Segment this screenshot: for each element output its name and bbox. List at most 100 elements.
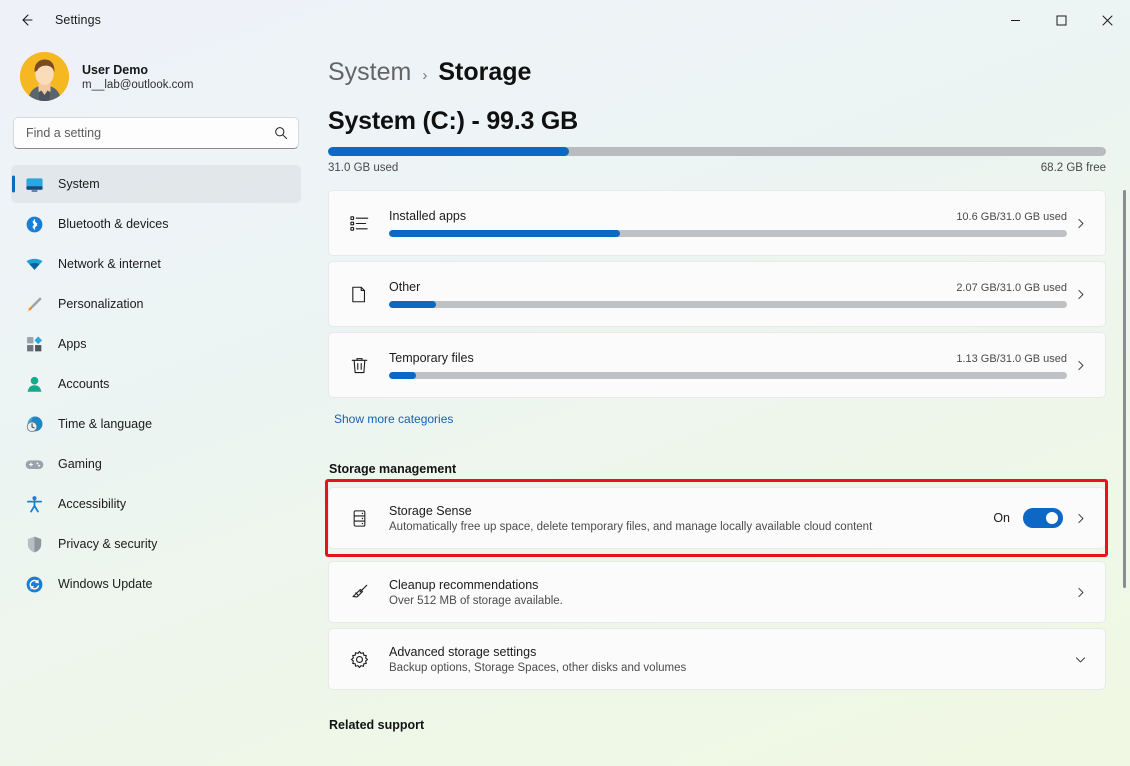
storage-sense-highlight: Storage Sense Automatically free up spac… xyxy=(325,479,1108,557)
sidebar-item-accounts[interactable]: Accounts xyxy=(11,365,301,403)
category-bar xyxy=(389,230,1067,237)
clock-globe-icon xyxy=(24,414,44,434)
sidebar-label: Apps xyxy=(58,337,87,351)
minimize-icon xyxy=(1010,19,1020,21)
account-block[interactable]: User Demo m__lab@outlook.com xyxy=(11,40,301,115)
search-box[interactable]: Find a setting xyxy=(13,117,299,149)
drive-stack-icon xyxy=(346,508,372,529)
category-bar-fill xyxy=(389,301,437,308)
sidebar-item-privacy-security[interactable]: Privacy & security xyxy=(11,525,301,563)
breadcrumb: System › Storage xyxy=(328,40,1106,87)
category-used: 1.13 GB/31.0 GB used xyxy=(956,353,1067,365)
chevron-right-icon xyxy=(1067,359,1093,372)
storage-sense-row[interactable]: Storage Sense Automatically free up spac… xyxy=(328,487,1106,549)
sidebar-label: Bluetooth & devices xyxy=(58,217,169,231)
avatar xyxy=(20,52,69,101)
page-title: Storage xyxy=(438,58,532,86)
storage-category-installed-apps[interactable]: Installed apps 10.6 GB/31.0 GB used xyxy=(328,190,1106,256)
sidebar-label: Time & language xyxy=(58,417,153,431)
category-body: Other 2.07 GB/31.0 GB used xyxy=(389,280,1067,308)
breadcrumb-parent[interactable]: System xyxy=(328,58,411,87)
drive-used-label: 31.0 GB used xyxy=(328,162,399,174)
category-used: 2.07 GB/31.0 GB used xyxy=(956,282,1067,294)
sidebar-item-gaming[interactable]: Gaming xyxy=(11,445,301,483)
category-name: Installed apps xyxy=(389,209,467,223)
toggle-knob xyxy=(1046,512,1058,524)
sidebar-item-accessibility[interactable]: Accessibility xyxy=(11,485,301,523)
app-shell: User Demo m__lab@outlook.com Find a sett… xyxy=(0,40,1130,766)
shield-icon xyxy=(24,534,44,554)
wifi-icon xyxy=(24,254,44,274)
maximize-icon xyxy=(1056,15,1066,25)
storage-sense-body: Storage Sense Automatically free up spac… xyxy=(389,504,993,533)
advanced-storage-settings-row[interactable]: Advanced storage settings Backup options… xyxy=(328,628,1106,690)
storage-sense-toggle[interactable] xyxy=(1023,508,1063,528)
sidebar-item-system[interactable]: System xyxy=(11,165,301,203)
advanced-subtitle: Backup options, Storage Spaces, other di… xyxy=(389,661,687,674)
gamepad-icon xyxy=(24,454,44,474)
storage-sense-subtitle: Automatically free up space, delete temp… xyxy=(389,520,873,533)
back-arrow-icon xyxy=(22,14,33,26)
title-bar: Settings xyxy=(0,0,1130,40)
sidebar: User Demo m__lab@outlook.com Find a sett… xyxy=(0,40,312,766)
account-name: User Demo xyxy=(82,62,148,77)
sidebar-item-network-internet[interactable]: Network & internet xyxy=(11,245,301,283)
sidebar-label: Privacy & security xyxy=(58,537,158,551)
drive-legend: 31.0 GB used 68.2 GB free xyxy=(328,162,1106,174)
sidebar-label: System xyxy=(58,177,100,191)
account-email: m__lab@outlook.com xyxy=(82,78,194,91)
monitor-icon xyxy=(24,174,44,194)
documents-icon xyxy=(346,284,372,305)
category-bar-fill xyxy=(389,230,620,237)
chevron-right-icon xyxy=(1067,512,1093,525)
maximize-button[interactable] xyxy=(1038,0,1084,40)
sidebar-item-apps[interactable]: Apps xyxy=(11,325,301,363)
app-title: Settings xyxy=(55,13,101,27)
drive-usage-fill xyxy=(328,147,570,156)
storage-category-temporary-files[interactable]: Temporary files 1.13 GB/31.0 GB used xyxy=(328,332,1106,398)
sidebar-item-time-language[interactable]: Time & language xyxy=(11,405,301,443)
storage-sense-toggle-state: On xyxy=(993,511,1010,525)
minimize-button[interactable] xyxy=(992,0,1038,40)
category-body: Temporary files 1.13 GB/31.0 GB used xyxy=(389,351,1067,379)
back-button[interactable] xyxy=(9,4,43,36)
drive-free-label: 68.2 GB free xyxy=(1040,162,1106,174)
chevron-right-icon xyxy=(1067,217,1093,230)
drive-title: System (C:) - 99.3 GB xyxy=(328,107,579,135)
sidebar-label: Personalization xyxy=(58,297,144,311)
show-more-categories-link[interactable]: Show more categories xyxy=(334,412,453,426)
close-button[interactable] xyxy=(1084,0,1130,40)
list-icon xyxy=(346,213,372,234)
accessibility-icon xyxy=(24,494,44,514)
sidebar-label: Network & internet xyxy=(58,257,161,271)
update-refresh-icon xyxy=(24,574,44,594)
search-icon xyxy=(275,127,288,140)
sidebar-item-bluetooth-devices[interactable]: Bluetooth & devices xyxy=(11,205,301,243)
category-bar xyxy=(389,301,1067,308)
bluetooth-icon xyxy=(24,214,44,234)
related-support-heading: Related support xyxy=(329,718,425,732)
main-content: System › Storage System (C:) - 99.3 GB 3… xyxy=(312,40,1130,766)
search-input[interactable]: Find a setting xyxy=(26,126,274,140)
cleanup-subtitle: Over 512 MB of storage available. xyxy=(389,594,563,607)
storage-category-other[interactable]: Other 2.07 GB/31.0 GB used xyxy=(328,261,1106,327)
vertical-scrollbar[interactable] xyxy=(1123,190,1126,588)
drive-usage-bar xyxy=(328,147,1106,156)
sidebar-item-personalization[interactable]: Personalization xyxy=(11,285,301,323)
chevron-right-icon xyxy=(1067,288,1093,301)
broom-icon xyxy=(346,582,372,603)
sidebar-label: Accounts xyxy=(58,377,110,391)
person-icon xyxy=(24,374,44,394)
sidebar-item-windows-update[interactable]: Windows Update xyxy=(11,565,301,603)
trash-icon xyxy=(346,355,372,376)
sidebar-label: Gaming xyxy=(58,457,102,471)
category-bar-fill xyxy=(389,372,417,379)
chevron-down-icon xyxy=(1067,653,1093,666)
close-icon xyxy=(1102,15,1112,25)
advanced-title: Advanced storage settings xyxy=(389,644,537,659)
category-used: 10.6 GB/31.0 GB used xyxy=(956,211,1067,223)
window-controls xyxy=(992,0,1130,40)
category-body: Installed apps 10.6 GB/31.0 GB used xyxy=(389,209,1067,237)
breadcrumb-separator: › xyxy=(422,67,428,84)
cleanup-recommendations-row[interactable]: Cleanup recommendations Over 512 MB of s… xyxy=(328,561,1106,623)
